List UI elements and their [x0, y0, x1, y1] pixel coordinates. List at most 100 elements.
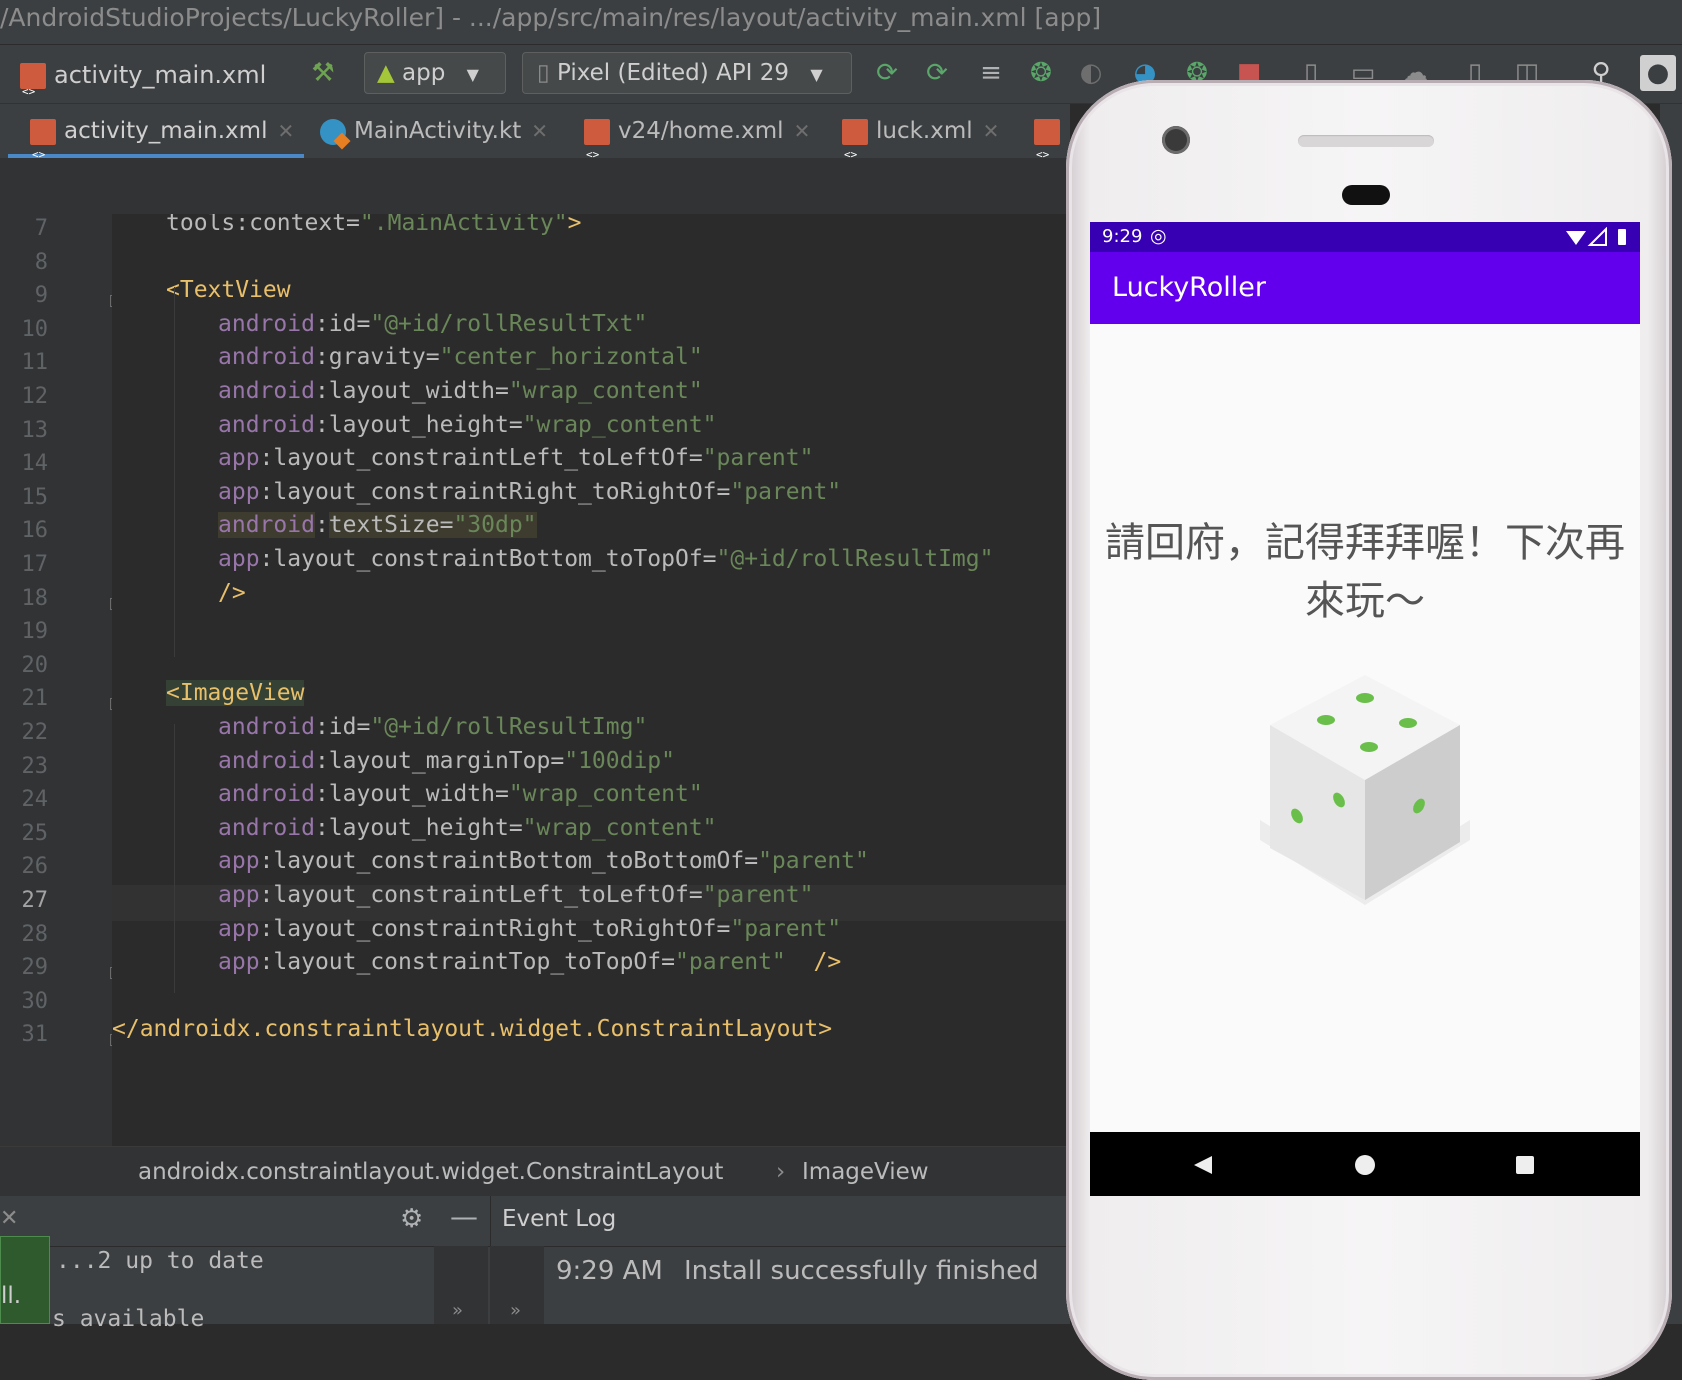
- line-number: 31: [21, 1022, 49, 1048]
- kotlin-file-icon: [320, 118, 346, 145]
- window-title-bar: /AndroidStudioProjects/LuckyRoller] - ..…: [0, 0, 1682, 45]
- expand-icon[interactable]: »: [510, 1300, 521, 1321]
- avatar[interactable]: ●: [1640, 55, 1676, 91]
- status-time: 9:29: [1102, 226, 1143, 247]
- xml-file-icon: [20, 63, 46, 112]
- code-editor[interactable]: tools:context=".MainActivity"> <TextView a…: [112, 214, 1070, 1146]
- code-line: android:textSize="30dp": [218, 512, 537, 539]
- line-number-gutter: 7 8 9 10 11 12 13 14 15 16 17 18 19 20 21 22 23 24 25 26 27 2…: [0, 214, 122, 1146]
- dice-pip: [1360, 742, 1378, 752]
- emulator-screen[interactable]: 9:29 ◎ LuckyRoller 請回府，記得拜拜喔！下次再來玩～: [1090, 222, 1640, 1196]
- line-number: 27: [21, 888, 49, 913]
- debug-bug-icon[interactable]: ❂: [1024, 55, 1058, 91]
- close-icon[interactable]: ✕: [794, 119, 811, 143]
- code-line: android:layout_marginTop="100dip": [218, 747, 675, 774]
- event-log-title: Event Log: [502, 1206, 617, 1232]
- chevron-down-icon: ▼: [810, 65, 823, 84]
- line-number: 21: [21, 686, 49, 712]
- window-title: /AndroidStudioProjects/LuckyRoller] - ..…: [0, 3, 1102, 32]
- expand-icon[interactable]: »: [452, 1300, 463, 1321]
- tab-label: activity_main.xml: [64, 118, 268, 144]
- breadcrumb-separator-icon: ›: [776, 1159, 786, 1185]
- code-line: </androidx.constraintlayout.widget.Const…: [112, 1016, 833, 1043]
- event-message: Install successfully finished: [684, 1256, 1039, 1286]
- device-select[interactable]: ▯ Pixel (Edited) API 29 ▼: [522, 52, 852, 94]
- line-number: 29: [21, 955, 49, 981]
- xml-file-icon: [30, 118, 56, 182]
- line-number: 9: [34, 283, 48, 309]
- breadcrumb: androidx.constraintlayout.widget.Constra…: [0, 1146, 1070, 1197]
- code-line: android:layout_width="wrap_content": [218, 781, 703, 808]
- indent-guide: [174, 287, 175, 657]
- code-line: app:layout_constraintBottom_toTopOf="@+i…: [218, 546, 994, 572]
- code-line: app:layout_constraintRight_toRightOf="pa…: [218, 478, 842, 505]
- apply-code-changes-icon[interactable]: ⟳: [920, 55, 954, 91]
- roll-result-text: 請回府，記得拜拜喔！下次再來玩～: [1105, 520, 1625, 624]
- xml-file-icon: [1034, 118, 1060, 182]
- line-number: 17: [21, 552, 49, 577]
- code-line: app:layout_constraintLeft_toLeftOf="pare…: [218, 882, 814, 908]
- run-config-select[interactable]: ▲ app ▼: [364, 52, 506, 94]
- tab-luck-xml[interactable]: luck.xml ✕: [842, 104, 1000, 182]
- app-bar: LuckyRoller: [1090, 252, 1640, 324]
- bottom-tool-panel: ✕ ll. ...2 up to date s available » ⚙ — …: [0, 1196, 1070, 1332]
- back-icon[interactable]: [1192, 1154, 1214, 1176]
- xml-file-icon: [584, 118, 610, 182]
- tab-label: v24/home.xml: [618, 118, 784, 144]
- line-number: 26: [21, 854, 49, 880]
- code-line: <TextView: [166, 277, 291, 304]
- signal-icon: [1587, 227, 1607, 246]
- line-number: 28: [21, 921, 49, 947]
- notification-fragment: ll.: [1, 1283, 22, 1309]
- battery-icon: [1618, 229, 1626, 245]
- line-number: 13: [21, 417, 49, 443]
- line-number: 7: [34, 216, 48, 241]
- home-icon[interactable]: [1354, 1154, 1376, 1176]
- dice-image: [1260, 675, 1470, 905]
- android-nav-bar: [1090, 1132, 1640, 1196]
- close-icon[interactable]: ✕: [531, 119, 548, 143]
- apply-changes-icon[interactable]: ⟳: [870, 55, 904, 91]
- code-line: android:gravity="center_horizontal": [218, 344, 703, 371]
- current-file-label: activity_main.xml: [54, 61, 267, 89]
- code-line: android:layout_height="wrap_content": [218, 814, 717, 841]
- line-number: 22: [21, 720, 49, 745]
- build-hammer-icon[interactable]: ⚒: [306, 55, 340, 91]
- editor-tab-bar: activity_main.xml ✕ MainActivity.kt ✕ v24/…: [0, 104, 1070, 182]
- build-output-fragment: ...2 up to date: [56, 1248, 264, 1274]
- close-icon[interactable]: ✕: [0, 1206, 18, 1231]
- code-line: app:layout_constraintTop_toTopOf="parent…: [218, 949, 842, 976]
- tab-main-activity[interactable]: MainActivity.kt ✕: [320, 104, 548, 158]
- code-line: />: [218, 579, 246, 606]
- line-number: 24: [21, 787, 49, 813]
- run-coverage-icon[interactable]: ≡: [974, 55, 1008, 91]
- run-config-label: app: [402, 60, 446, 86]
- breadcrumb-item-root[interactable]: androidx.constraintlayout.widget.Constra…: [138, 1147, 723, 1197]
- device-icon: ▯: [537, 60, 550, 86]
- code-line: app:layout_constraintBottom_toBottomOf="…: [218, 848, 869, 875]
- gear-icon[interactable]: ⚙: [400, 1204, 423, 1234]
- line-number: 30: [21, 988, 49, 1014]
- earpiece-speaker: [1298, 135, 1434, 147]
- tab-label: luck.xml: [876, 118, 973, 144]
- tab-overflow[interactable]: [1034, 104, 1068, 182]
- close-icon[interactable]: ✕: [983, 119, 1000, 143]
- editor-subbar: [0, 158, 1070, 215]
- wifi-icon: [1566, 231, 1586, 245]
- line-number: 20: [21, 652, 49, 678]
- code-line: app:layout_constraintRight_toRightOf="pa…: [218, 915, 842, 942]
- minimize-icon[interactable]: —: [450, 1200, 478, 1233]
- breadcrumb-item-leaf[interactable]: ImageView: [802, 1147, 929, 1197]
- android-status-bar: 9:29 ◎: [1090, 222, 1640, 252]
- current-file-breadcrumb[interactable]: activity_main.xml: [20, 55, 267, 112]
- tab-home-xml[interactable]: v24/home.xml ✕: [584, 104, 811, 182]
- close-icon[interactable]: ✕: [277, 119, 294, 143]
- recents-icon[interactable]: [1514, 1154, 1536, 1176]
- line-number: 25: [21, 820, 49, 846]
- tab-activity-main[interactable]: activity_main.xml ✕: [8, 104, 304, 182]
- front-camera: [1162, 126, 1190, 154]
- android-icon: ▲: [377, 60, 395, 86]
- profile-icon[interactable]: ◐: [1074, 55, 1108, 91]
- code-line: tools:context=".MainActivity">: [166, 214, 582, 236]
- sync-icon: ◎: [1150, 225, 1167, 247]
